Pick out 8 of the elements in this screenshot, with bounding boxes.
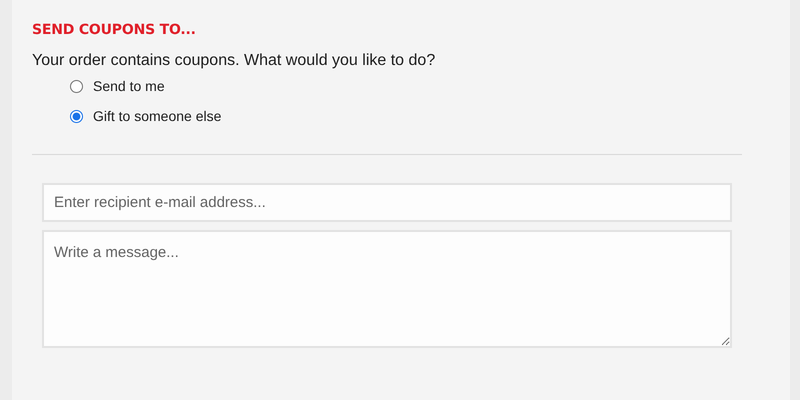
- radio-button[interactable]: [70, 80, 83, 92]
- message-field[interactable]: Write a message...: [42, 230, 732, 348]
- option-label[interactable]: Gift to someone else: [93, 108, 222, 124]
- option-label[interactable]: Send to me: [93, 78, 165, 94]
- section-heading: SEND COUPONS TO...: [32, 22, 197, 38]
- question-text: Your order contains coupons. What would you like to do?: [32, 52, 436, 70]
- email-field[interactable]: Enter recipient e-mail address...: [42, 183, 732, 222]
- radio-button[interactable]: [70, 110, 83, 122]
